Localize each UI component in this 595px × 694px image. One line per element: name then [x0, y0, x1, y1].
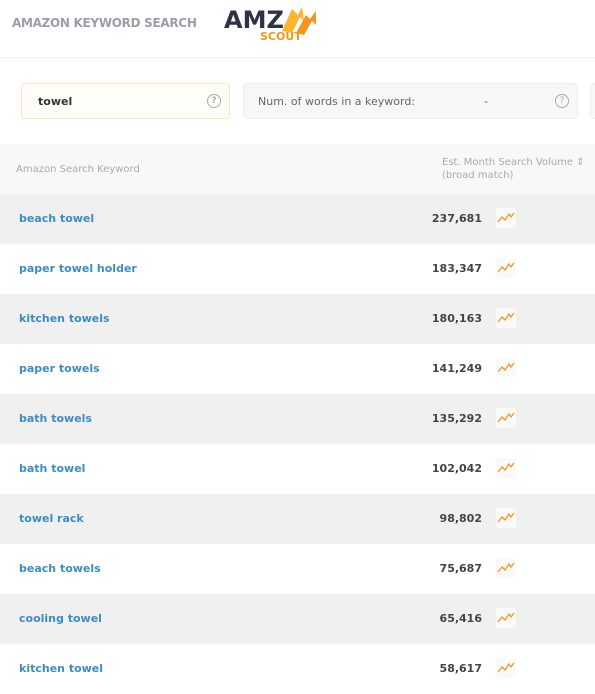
- table-row: beach towel 237,681: [0, 194, 595, 244]
- table-row: beach towels 75,687: [0, 544, 595, 594]
- amzscout-logo: AMZ SCOUT: [224, 6, 316, 43]
- trend-chart-icon[interactable]: [496, 558, 516, 578]
- table-header: Amazon Search Keyword Est. Month Search …: [0, 144, 595, 194]
- svg-text:SCOUT: SCOUT: [260, 30, 302, 43]
- num-words-value: -: [484, 94, 488, 108]
- num-words-label: Num. of words in a keyword:: [258, 94, 416, 108]
- page-title: AMAZON KEYWORD SEARCH: [12, 16, 197, 30]
- table-row: bath towel 102,042: [0, 444, 595, 494]
- column-keyword: Amazon Search Keyword: [16, 164, 140, 175]
- keyword-link[interactable]: paper towels: [19, 362, 100, 375]
- search-volume: 180,163: [431, 312, 482, 325]
- trend-chart-icon[interactable]: [496, 458, 516, 478]
- filter-box[interactable]: [590, 83, 595, 119]
- header: AMAZON KEYWORD SEARCH AMZ SCOUT: [0, 0, 595, 58]
- keyword-link[interactable]: beach towels: [19, 562, 101, 575]
- search-volume: 141,249: [431, 362, 482, 375]
- search-volume: 98,802: [439, 512, 482, 525]
- trend-chart-icon[interactable]: [496, 408, 516, 428]
- trend-chart-icon[interactable]: [496, 258, 516, 278]
- trend-chart-icon[interactable]: [496, 308, 516, 328]
- table-row: paper towel holder 183,347: [0, 244, 595, 294]
- table-row: kitchen towels 180,163: [0, 294, 595, 344]
- search-volume: 237,681: [431, 212, 482, 225]
- num-words-filter[interactable]: Num. of words in a keyword: -?: [243, 83, 578, 119]
- table-row: bath towels 135,292: [0, 394, 595, 444]
- table-row: paper towels 141,249: [0, 344, 595, 394]
- keyword-link[interactable]: bath towel: [19, 462, 85, 475]
- keyword-link[interactable]: kitchen towel: [19, 662, 103, 675]
- trend-chart-icon[interactable]: [496, 508, 516, 528]
- keyword-link[interactable]: cooling towel: [19, 612, 102, 625]
- search-volume: 65,416: [439, 612, 482, 625]
- trend-chart-icon[interactable]: [496, 608, 516, 628]
- help-icon[interactable]: ?: [207, 94, 221, 108]
- table-row: kitchen towel 58,617: [0, 644, 595, 694]
- keyword-link[interactable]: towel rack: [19, 512, 84, 525]
- search-volume: 75,687: [439, 562, 482, 575]
- table-row: towel rack 98,802: [0, 494, 595, 544]
- keyword-link[interactable]: kitchen towels: [19, 312, 110, 325]
- trend-chart-icon[interactable]: [496, 358, 516, 378]
- column-volume-sub: (broad match): [442, 170, 514, 181]
- help-icon[interactable]: ?: [555, 94, 569, 108]
- search-volume: 135,292: [431, 412, 482, 425]
- search-volume: 183,347: [431, 262, 482, 275]
- table-row: cooling towel 65,416: [0, 594, 595, 644]
- column-volume[interactable]: Est. Month Search Volume ⇕ (broad match): [442, 156, 585, 182]
- trend-chart-icon[interactable]: [496, 208, 516, 228]
- trend-chart-icon[interactable]: [496, 658, 516, 678]
- keyword-link[interactable]: beach towel: [19, 212, 94, 225]
- search-volume: 58,617: [439, 662, 482, 675]
- column-volume-label: Est. Month Search Volume ⇕: [442, 157, 585, 168]
- keyword-link[interactable]: bath towels: [19, 412, 92, 425]
- keyword-value: towel: [38, 94, 73, 108]
- keyword-link[interactable]: paper towel holder: [19, 262, 137, 275]
- keyword-input[interactable]: towel?: [21, 83, 230, 119]
- search-volume: 102,042: [431, 462, 482, 475]
